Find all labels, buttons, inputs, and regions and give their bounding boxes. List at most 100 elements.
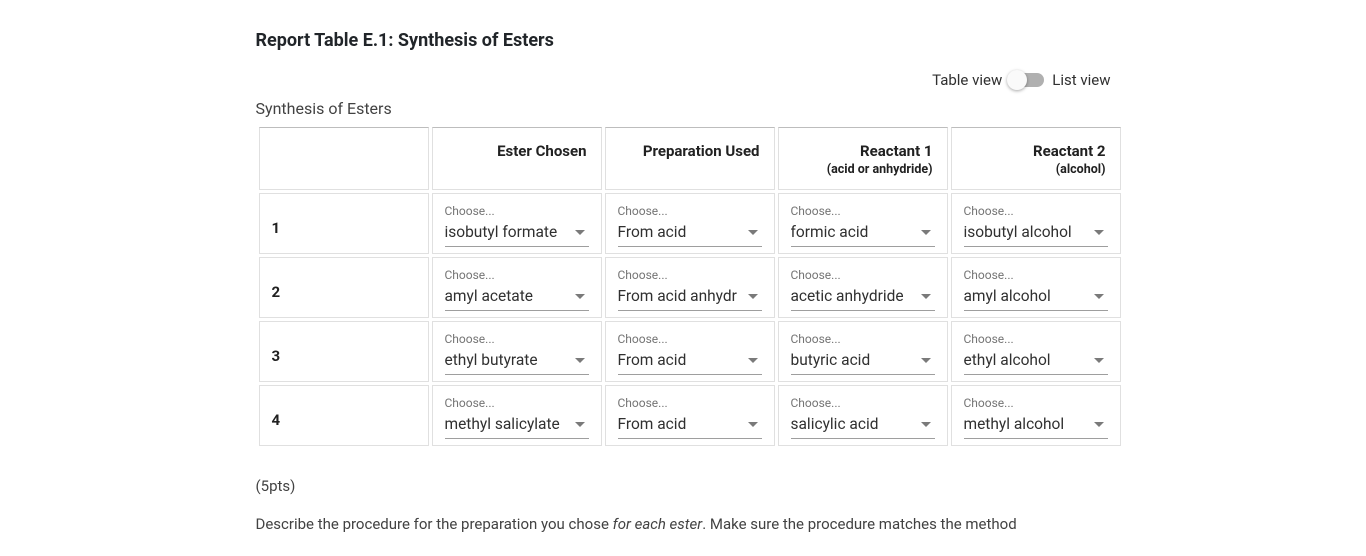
react1-select[interactable]: Choose... butyric acid — [791, 332, 935, 375]
react2-select[interactable]: Choose...methyl alcohol — [964, 396, 1108, 439]
column-header-react1-text: Reactant 1 — [860, 142, 932, 160]
chevron-down-icon — [1094, 230, 1104, 235]
chevron-down-icon — [748, 422, 758, 427]
select-label: Choose... — [618, 396, 762, 410]
select-field[interactable]: isobutyl formate — [445, 220, 589, 247]
row-number: 4 — [259, 385, 429, 446]
table-row: 2Choose...amyl acetateChoose...From acid… — [259, 257, 1121, 318]
prep-select[interactable]: Choose... From acid — [618, 396, 762, 439]
table-row: 3Choose...ethyl butyrateChoose...From ac… — [259, 321, 1121, 382]
select-value: methyl alcohol — [964, 415, 1065, 433]
select-value: From acid — [618, 351, 687, 369]
cell-ester: Choose... ethyl butyrate — [432, 321, 602, 382]
select-value: ethyl alcohol — [964, 351, 1051, 369]
cell-react2: Choose...methyl alcohol — [951, 385, 1121, 446]
select-value: From acid anhydr — [618, 287, 737, 305]
column-header-ester-text: Ester Chosen — [497, 142, 586, 160]
react1-select[interactable]: Choose...formic acid — [791, 204, 935, 247]
react1-select[interactable]: Choose... salicylic acid — [791, 396, 935, 439]
chevron-down-icon — [575, 230, 585, 235]
react2-select[interactable]: Choose... amyl alcohol — [964, 268, 1108, 311]
select-field[interactable]: ethyl butyrate — [445, 348, 589, 375]
select-field[interactable]: methyl alcohol — [964, 412, 1108, 439]
table-row: 1 Choose... isobutyl formate Choose... From … — [259, 193, 1121, 254]
select-field[interactable]: butyric acid — [791, 348, 935, 375]
section-title: Report Table E.1: Synthesis of Esters — [256, 30, 1111, 51]
column-header-blank — [259, 127, 429, 190]
select-field[interactable]: amyl acetate — [445, 284, 589, 311]
instruction-before: Describe the procedure for the preparati… — [256, 515, 613, 533]
instruction-after: . Make sure the procedure matches the me… — [702, 515, 1017, 533]
cell-prep: Choose... From acid — [605, 193, 775, 254]
chevron-down-icon — [1094, 294, 1104, 299]
select-label: Choose... — [791, 396, 935, 410]
select-label: Choose... — [964, 332, 1108, 346]
chevron-down-icon — [921, 230, 931, 235]
column-header-ester: Ester Chosen — [432, 127, 602, 190]
select-value: amyl alcohol — [964, 287, 1051, 305]
cell-react1: Choose... butyric acid — [778, 321, 948, 382]
select-field[interactable]: ethyl alcohol — [964, 348, 1108, 375]
table-row: 4Choose...methyl salicylateChoose...From… — [259, 385, 1121, 446]
select-field[interactable]: From acid — [618, 220, 762, 247]
ester-select[interactable]: Choose... ethyl butyrate — [445, 332, 589, 375]
select-field[interactable]: formic acid — [791, 220, 935, 247]
view-toggle-row: Table view List view — [256, 71, 1111, 89]
chevron-down-icon — [921, 422, 931, 427]
select-field[interactable]: From acid — [618, 348, 762, 375]
cell-ester: Choose... amyl acetate — [432, 257, 602, 318]
select-label: Choose... — [445, 204, 589, 218]
ester-select[interactable]: Choose...methyl salicylate — [445, 396, 589, 439]
select-value: formic acid — [791, 223, 869, 241]
select-field[interactable]: acetic anhydride — [791, 284, 935, 311]
column-header-react2: Reactant 2 (alcohol) — [951, 127, 1121, 190]
select-value: butyric acid — [791, 351, 871, 369]
select-label: Choose... — [964, 268, 1108, 282]
select-label: Choose... — [791, 332, 935, 346]
select-value: amyl acetate — [445, 287, 534, 305]
select-field[interactable]: From acid anhydr — [618, 284, 762, 311]
select-label: Choose... — [445, 268, 589, 282]
select-value: isobutyl alcohol — [964, 223, 1072, 241]
select-field[interactable]: salicylic acid — [791, 412, 935, 439]
cell-react2: Choose... amyl alcohol — [951, 257, 1121, 318]
chevron-down-icon — [921, 358, 931, 363]
select-value: salicylic acid — [791, 415, 879, 433]
select-label: Choose... — [618, 268, 762, 282]
ester-select[interactable]: Choose... amyl acetate — [445, 268, 589, 311]
instruction-italic: for each ester — [613, 515, 703, 533]
react2-select[interactable]: Choose... ethyl alcohol — [964, 332, 1108, 375]
react2-select[interactable]: Choose...isobutyl alcohol — [964, 204, 1108, 247]
list-view-label: List view — [1052, 71, 1110, 89]
select-field[interactable]: isobutyl alcohol — [964, 220, 1108, 247]
select-field[interactable]: methyl salicylate — [445, 412, 589, 439]
ester-select[interactable]: Choose... isobutyl formate — [445, 204, 589, 247]
row-number: 3 — [259, 321, 429, 382]
chevron-down-icon — [748, 358, 758, 363]
select-field[interactable]: From acid — [618, 412, 762, 439]
chevron-down-icon — [748, 294, 758, 299]
prep-select[interactable]: Choose... From acid anhydr — [618, 268, 762, 311]
cell-react2: Choose...isobutyl alcohol — [951, 193, 1121, 254]
cell-prep: Choose...From acid — [605, 321, 775, 382]
prep-select[interactable]: Choose... From acid — [618, 204, 762, 247]
react1-select[interactable]: Choose...acetic anhydride — [791, 268, 935, 311]
switch-knob — [1007, 70, 1027, 90]
view-toggle-switch[interactable] — [1010, 73, 1044, 87]
cell-react2: Choose... ethyl alcohol — [951, 321, 1121, 382]
select-label: Choose... — [618, 204, 762, 218]
chevron-down-icon — [575, 358, 585, 363]
table-view-label: Table view — [932, 71, 1002, 89]
select-value: acetic anhydride — [791, 287, 904, 305]
chevron-down-icon — [1094, 422, 1104, 427]
row-number: 1 — [259, 193, 429, 254]
chevron-down-icon — [748, 230, 758, 235]
column-header-react1: Reactant 1 (acid or anhydride) — [778, 127, 948, 190]
cell-prep: Choose... From acid — [605, 385, 775, 446]
select-label: Choose... — [445, 332, 589, 346]
select-field[interactable]: amyl alcohol — [964, 284, 1108, 311]
select-value: isobutyl formate — [445, 223, 558, 241]
prep-select[interactable]: Choose...From acid — [618, 332, 762, 375]
cell-ester: Choose... isobutyl formate — [432, 193, 602, 254]
cell-react1: Choose...formic acid — [778, 193, 948, 254]
